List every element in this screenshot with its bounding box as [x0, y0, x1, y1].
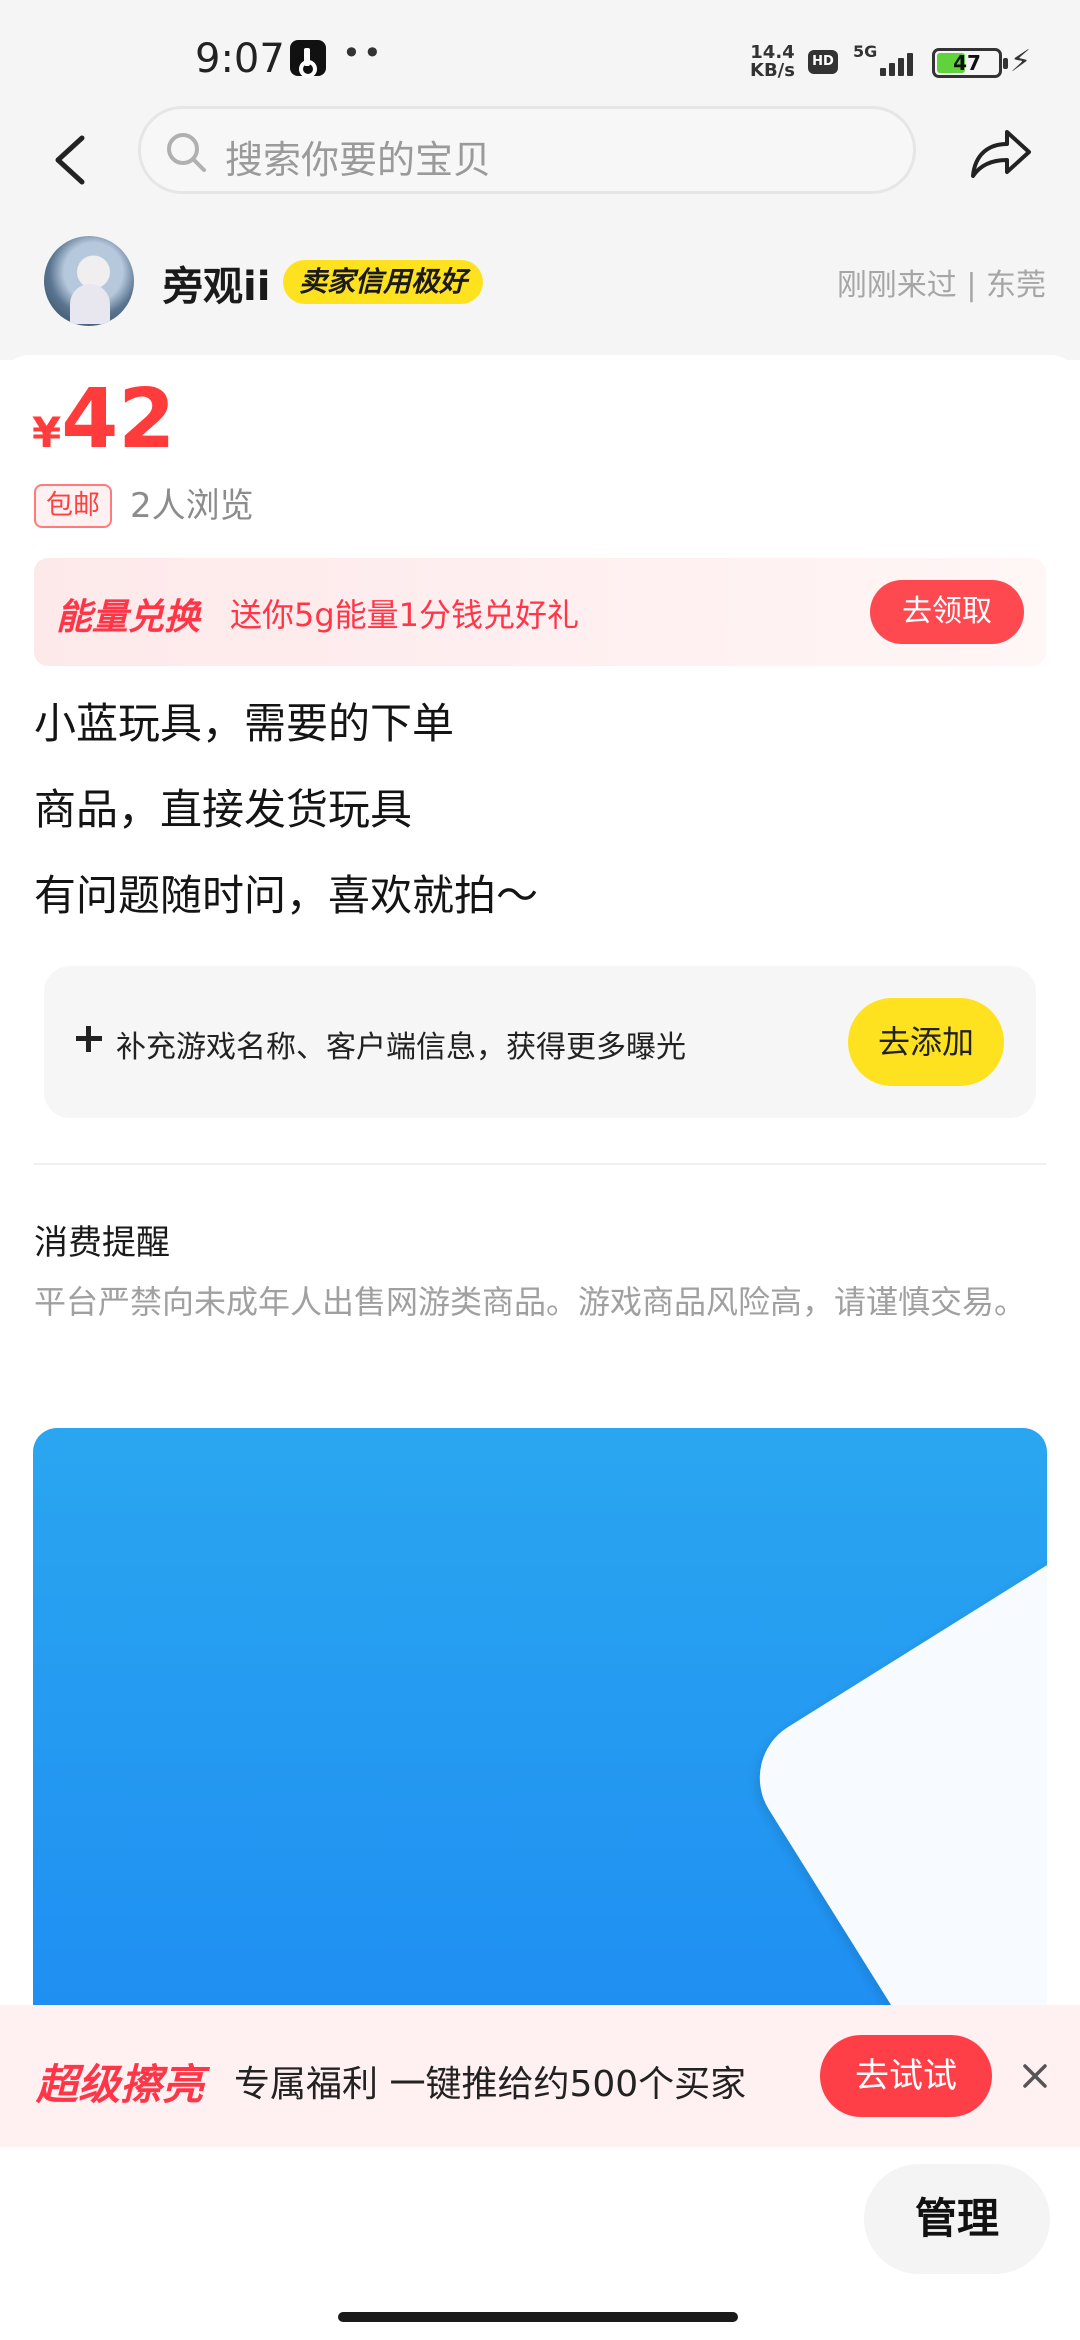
status-time: 9:07 — [195, 36, 285, 82]
hd-badge: HD — [808, 50, 838, 74]
currency-symbol: ¥ — [32, 408, 62, 457]
price-value: 42 — [61, 372, 176, 467]
claim-energy-button[interactable]: 去领取 — [870, 580, 1024, 644]
energy-text: 送你5g能量1分钱兑好礼 — [230, 596, 580, 634]
try-promo-button[interactable]: 去试试 — [820, 2035, 992, 2117]
chevron-left-icon — [55, 135, 85, 185]
energy-title: 能量兑换 — [56, 597, 201, 638]
status-bar: 9:07 •• 14.4 KB/s HD 5G 47 ⚡ — [0, 0, 1080, 110]
manage-button[interactable]: 管理 — [864, 2164, 1050, 2274]
view-count: 2人浏览 — [130, 486, 254, 526]
back-button[interactable] — [40, 120, 110, 200]
divider — [34, 1163, 1046, 1165]
description-line: 商品，直接发货玩具 — [34, 785, 413, 834]
free-shipping-tag: 包邮 — [34, 484, 112, 528]
credit-badge: 卖家信用极好 — [283, 260, 484, 304]
share-arrow-icon — [971, 130, 1031, 178]
seller-name[interactable]: 旁观ii — [163, 254, 270, 312]
add-info-text: 补充游戏名称、客户端信息，获得更多曝光 — [116, 1030, 686, 1065]
close-icon[interactable] — [1018, 2059, 1052, 2093]
battery-icon: 47 — [932, 48, 1008, 78]
avatar[interactable] — [44, 236, 134, 326]
add-game-info-card[interactable]: 补充游戏名称、客户端信息，获得更多曝光 去添加 — [44, 966, 1036, 1118]
home-indicator[interactable] — [338, 2312, 738, 2322]
product-image-shape — [737, 1536, 1047, 2008]
product-image[interactable] — [33, 1428, 1047, 2008]
network-type: 5G — [853, 42, 878, 61]
description-line: 小蓝玩具，需要的下单 — [34, 699, 455, 748]
add-info-button[interactable]: 去添加 — [848, 998, 1004, 1086]
search-placeholder: 搜索你要的宝贝 — [225, 138, 492, 182]
battery-level: 47 — [953, 51, 981, 75]
signal-icon — [880, 50, 920, 76]
network-speed-unit: KB/s — [750, 60, 795, 81]
share-button[interactable] — [965, 120, 1035, 184]
notice-body: 平台严禁向未成年人出售网游类商品。游戏商品风险高，请谨慎交易。 — [34, 1283, 1027, 1321]
search-icon — [167, 133, 206, 172]
network-speed: 14.4 KB/s — [750, 44, 795, 80]
price: ¥42 — [32, 372, 175, 467]
bolt-icon: ⚡ — [1010, 44, 1032, 79]
promo-bar: 超级擦亮 专属福利 一键推给约500个买家 去试试 — [0, 2005, 1080, 2147]
tiktok-icon — [290, 40, 326, 78]
status-dots: •• — [342, 34, 384, 72]
promo-title: 超级擦亮 — [36, 2060, 205, 2109]
search-input[interactable]: 搜索你要的宝贝 — [138, 106, 916, 194]
seller-row[interactable]: 旁观ii 卖家信用极好 刚刚来过 | 东莞 — [0, 210, 1080, 360]
notice-title: 消费提醒 — [34, 1223, 170, 1263]
energy-exchange-banner[interactable]: 能量兑换 送你5g能量1分钱兑好礼 去领取 — [34, 558, 1046, 666]
plus-icon — [76, 1026, 102, 1052]
description-line: 有问题随时问，喜欢就拍～ — [34, 871, 539, 920]
promo-text: 专属福利 一键推给约500个买家 — [234, 2064, 747, 2105]
seller-last-seen-location: 刚刚来过 | 东莞 — [836, 268, 1046, 303]
